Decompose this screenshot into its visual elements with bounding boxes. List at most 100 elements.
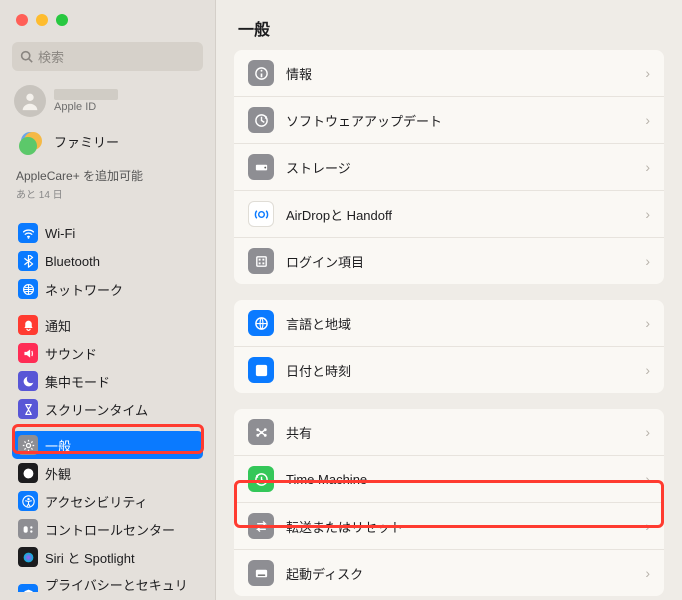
settings-row-login[interactable]: ログイン項目› — [234, 237, 664, 284]
search-input[interactable]: 検索 — [12, 42, 203, 71]
chevron-right-icon: › — [645, 424, 650, 440]
nav-label: ネットワーク — [45, 280, 123, 299]
appearance-icon — [18, 463, 38, 483]
page-title: 一般 — [216, 0, 682, 50]
sidebar-item-sound[interactable]: サウンド — [12, 339, 203, 367]
nav-label: 通知 — [45, 316, 71, 335]
privacy-icon — [18, 584, 38, 592]
chevron-right-icon: › — [645, 471, 650, 487]
nav-label: サウンド — [45, 344, 97, 363]
settings-row-update[interactable]: ソフトウェアアップデート› — [234, 96, 664, 143]
row-label: ログイン項目 — [286, 252, 645, 271]
sidebar-item-gear[interactable]: 一般 — [12, 431, 203, 459]
row-label: 起動ディスク — [286, 564, 645, 583]
sidebar-item-bell[interactable]: 通知 — [12, 311, 203, 339]
chevron-right-icon: › — [645, 315, 650, 331]
sidebar-item-bluetooth[interactable]: Bluetooth — [12, 247, 203, 275]
settings-card: 情報›ソフトウェアアップデート›ストレージ›AirDropと Handoff›ロ… — [234, 50, 664, 284]
settings-row-info[interactable]: 情報› — [234, 50, 664, 96]
hourglass-icon — [18, 399, 38, 419]
family-row[interactable]: ファミリー — [12, 125, 203, 157]
chevron-right-icon: › — [645, 65, 650, 81]
wifi-icon — [18, 223, 38, 243]
settings-row-airdrop[interactable]: AirDropと Handoff› — [234, 190, 664, 237]
sidebar-item-hourglass[interactable]: スクリーンタイム — [12, 395, 203, 423]
settings-row-transfer[interactable]: 転送またはリセット› — [234, 502, 664, 549]
nav-label: プライバシーとセキュリティ — [45, 575, 197, 592]
row-label: 日付と時刻 — [286, 361, 645, 380]
account-sub: Apple ID — [54, 101, 118, 113]
info-icon — [248, 60, 274, 86]
nav-label: Bluetooth — [45, 254, 100, 269]
nav-label: 集中モード — [45, 372, 110, 391]
main-body: 情報›ソフトウェアアップデート›ストレージ›AirDropと Handoff›ロ… — [216, 50, 682, 600]
settings-row-disk[interactable]: 起動ディスク› — [234, 549, 664, 596]
transfer-icon — [248, 513, 274, 539]
share-icon — [248, 419, 274, 445]
sidebar-item-moon[interactable]: 集中モード — [12, 367, 203, 395]
account-name — [54, 89, 118, 100]
sidebar-item-wifi[interactable]: Wi-Fi — [12, 219, 203, 247]
tm-icon — [248, 466, 274, 492]
close-button[interactable] — [16, 14, 28, 26]
airdrop-icon — [248, 201, 274, 227]
chevron-right-icon: › — [645, 362, 650, 378]
settings-card: 言語と地域›17日付と時刻› — [234, 300, 664, 393]
sidebar-item-accessibility[interactable]: アクセシビリティ — [12, 487, 203, 515]
sidebar-item-privacy[interactable]: プライバシーとセキュリティ — [12, 571, 203, 592]
sidebar-item-control[interactable]: コントロールセンター — [12, 515, 203, 543]
chevron-right-icon: › — [645, 565, 650, 581]
avatar — [14, 85, 46, 117]
search-placeholder: 検索 — [38, 47, 64, 66]
sidebar-nav: Wi-Fi Bluetooth ネットワーク通知サウンド集中モードスクリーンタイム一… — [12, 211, 203, 592]
storage-icon — [248, 154, 274, 180]
row-label: ストレージ — [286, 158, 645, 177]
sidebar-item-network[interactable]: ネットワーク — [12, 275, 203, 303]
row-label: 情報 — [286, 64, 645, 83]
gear-icon — [18, 435, 38, 455]
window-controls — [12, 14, 203, 26]
zoom-button[interactable] — [56, 14, 68, 26]
chevron-right-icon: › — [645, 159, 650, 175]
applecare-title: AppleCare+ を追加可能 — [16, 167, 199, 184]
network-icon — [18, 279, 38, 299]
row-label: 共有 — [286, 423, 645, 442]
main-panel: 一般 情報›ソフトウェアアップデート›ストレージ›AirDropと Handof… — [216, 0, 682, 600]
chevron-right-icon: › — [645, 112, 650, 128]
disk-icon — [248, 560, 274, 586]
sidebar-item-siri[interactable]: Siri と Spotlight — [12, 543, 203, 571]
settings-row-globe[interactable]: 言語と地域› — [234, 300, 664, 346]
control-icon — [18, 519, 38, 539]
siri-icon — [18, 547, 38, 567]
row-label: AirDropと Handoff — [286, 205, 645, 224]
search-icon — [20, 50, 33, 63]
login-icon — [248, 248, 274, 274]
accessibility-icon — [18, 491, 38, 511]
clock-icon: 17 — [248, 357, 274, 383]
applecare-row[interactable]: AppleCare+ を追加可能 あと 14 日 — [12, 165, 203, 211]
settings-row-clock[interactable]: 17 日付と時刻› — [234, 346, 664, 393]
settings-row-tm[interactable]: Time Machine› — [234, 455, 664, 502]
family-label: ファミリー — [54, 132, 119, 151]
nav-label: Siri と Spotlight — [45, 548, 135, 567]
svg-text:17: 17 — [257, 366, 265, 375]
settings-row-share[interactable]: 共有› — [234, 409, 664, 455]
minimize-button[interactable] — [36, 14, 48, 26]
nav-label: コントロールセンター — [45, 520, 175, 539]
nav-label: スクリーンタイム — [45, 400, 148, 419]
moon-icon — [18, 371, 38, 391]
account-row[interactable]: Apple ID — [12, 81, 203, 121]
settings-card: 共有›Time Machine›転送またはリセット›起動ディスク› — [234, 409, 664, 596]
sidebar: 検索 Apple ID ファミリー AppleCare+ を追加可能 あと 14… — [0, 0, 216, 600]
family-icon — [14, 129, 46, 153]
globe-icon — [248, 310, 274, 336]
chevron-right-icon: › — [645, 206, 650, 222]
row-label: Time Machine — [286, 472, 645, 487]
sidebar-item-appearance[interactable]: 外観 — [12, 459, 203, 487]
sound-icon — [18, 343, 38, 363]
settings-row-storage[interactable]: ストレージ› — [234, 143, 664, 190]
update-icon — [248, 107, 274, 133]
nav-label: 一般 — [45, 436, 71, 455]
row-label: 転送またはリセット — [286, 517, 645, 536]
chevron-right-icon: › — [645, 253, 650, 269]
